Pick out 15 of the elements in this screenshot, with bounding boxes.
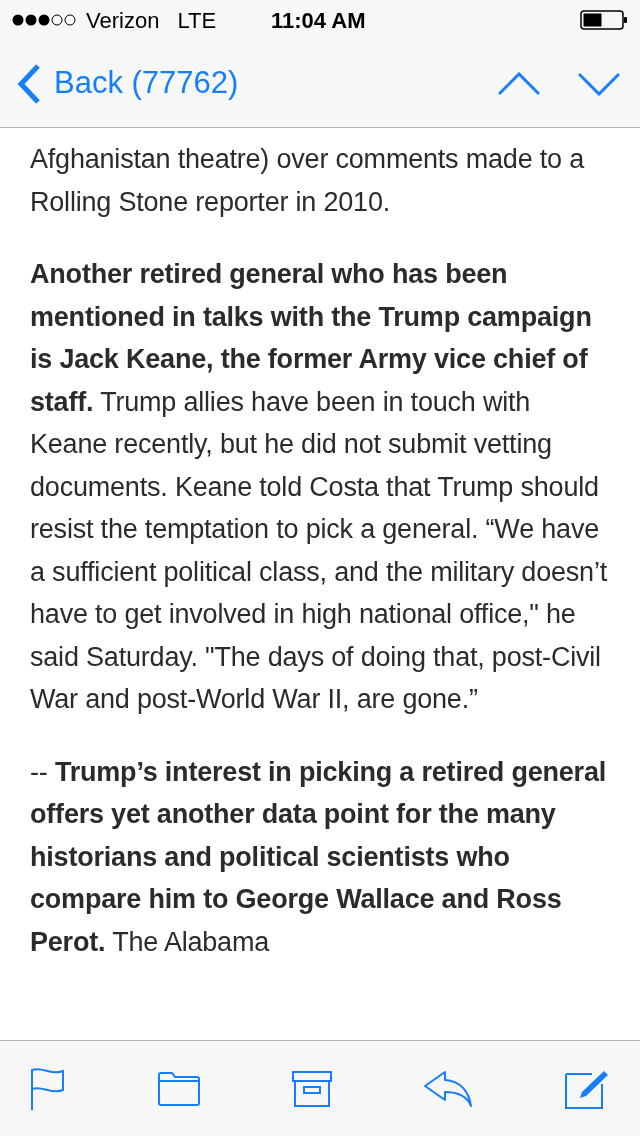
folder-icon[interactable] <box>157 1070 201 1107</box>
body-paragraph: Afghanistan theatre) over comments made to a Rolling Stone reporter in 2010. <box>30 143 586 219</box>
clock-time: 11:04 AM <box>271 6 366 35</box>
reply-icon[interactable] <box>423 1069 473 1108</box>
back-button[interactable]: Back (77762) <box>16 60 239 107</box>
network-type: LTE <box>177 6 217 35</box>
body-paragraph: -- Trump’s interest in picking a retired general offers yet another data point for the many historians and political scientists who compare him to George Wallace and Ross Perot. The Alabama <box>30 755 608 959</box>
archive-box-icon[interactable] <box>292 1069 332 1108</box>
body-paragraph: Another retired general who has been mentioned in talks with the Trump campaign is Jack Keane, the former Army vice chief of staff. Trump allies have been in touch with Keane recently, but he did not submit vetting documents. Keane told Costa that Trump should resist the temptation to pick a general. “We have a sufficient political class, and the military doesn’t have to get involved in high national office," he said Saturday. "The days of doing that, post-Civil War and post-World War II, are gone.” <box>30 258 608 716</box>
flag-icon[interactable] <box>30 1067 66 1110</box>
carrier-name: Verizon <box>86 6 160 35</box>
next-message-icon[interactable] <box>578 71 620 96</box>
battery-icon <box>580 10 628 30</box>
chevron-left-icon <box>16 62 42 105</box>
previous-message-icon[interactable] <box>498 71 540 96</box>
